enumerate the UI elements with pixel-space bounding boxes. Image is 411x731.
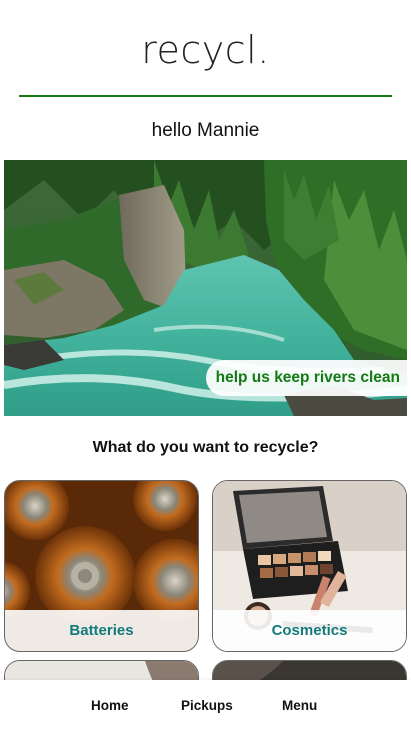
recycle-question: What do you want to recycle?: [92, 439, 319, 456]
greeting-text: hello Mannie: [151, 120, 260, 141]
nav-home[interactable]: Home: [91, 698, 129, 713]
nav-menu[interactable]: Menu: [282, 698, 317, 713]
category-label: Cosmetics: [213, 610, 406, 651]
bottom-navigation: Home Pickups Menu: [0, 680, 411, 731]
hero-caption: help us keep rivers clean: [205, 360, 407, 396]
title-divider: [19, 95, 392, 97]
nav-pickups[interactable]: Pickups: [181, 698, 233, 713]
category-card-cosmetics[interactable]: Cosmetics: [212, 480, 407, 652]
category-card-batteries[interactable]: Batteries: [4, 480, 199, 652]
hero-banner[interactable]: help us keep rivers clean: [4, 160, 407, 416]
category-label: Batteries: [5, 610, 198, 651]
app-title: recycl.: [141, 28, 270, 72]
